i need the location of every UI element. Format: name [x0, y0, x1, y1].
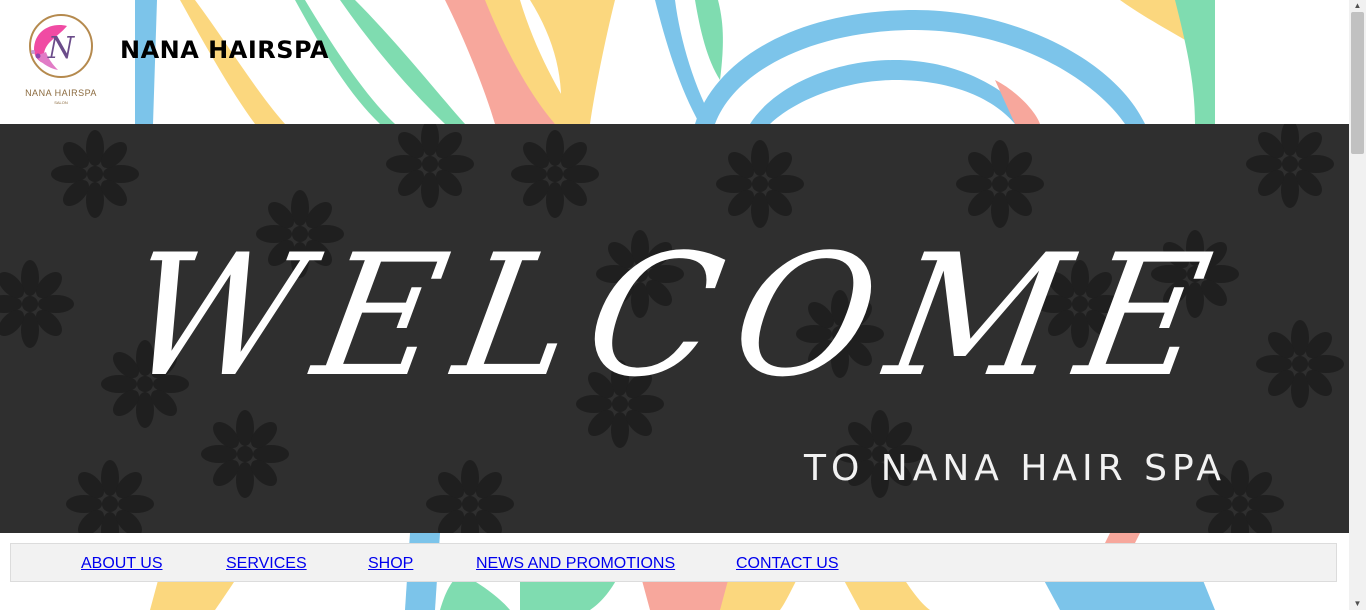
- scroll-down-arrow-icon[interactable]: ▼: [1349, 598, 1366, 610]
- hero-subtitle: TO NANA HAIR SPA: [804, 448, 1226, 489]
- salon-logo[interactable]: N NANA HAIRSPA SALON: [22, 12, 104, 108]
- nav-services[interactable]: SERVICES: [226, 555, 307, 573]
- nav-news-and-promotions[interactable]: NEWS AND PROMOTIONS: [476, 555, 675, 573]
- page-background: N NANA HAIRSPA SALON NANA HAIRSPA WELCOM…: [0, 0, 1349, 610]
- main-nav: ABOUT US SERVICES SHOP NEWS AND PROMOTIO…: [10, 543, 1337, 582]
- svg-text:NANA HAIRSPA: NANA HAIRSPA: [25, 88, 97, 98]
- scroll-up-arrow-icon[interactable]: ▲: [1349, 0, 1366, 12]
- vertical-scrollbar[interactable]: ▲ ▼: [1349, 0, 1366, 610]
- scrollbar-thumb[interactable]: [1351, 12, 1364, 154]
- svg-text:N: N: [47, 31, 76, 66]
- hero-headline: WELCOME: [112, 218, 1240, 413]
- site-title: NANA HAIRSPA: [120, 36, 329, 64]
- svg-text:SALON: SALON: [54, 100, 68, 105]
- nav-contact-us[interactable]: CONTACT US: [736, 555, 839, 573]
- nav-about-us[interactable]: ABOUT US: [81, 555, 163, 573]
- header: N NANA HAIRSPA SALON NANA HAIRSPA: [0, 0, 1349, 124]
- nav-shop[interactable]: SHOP: [368, 555, 413, 573]
